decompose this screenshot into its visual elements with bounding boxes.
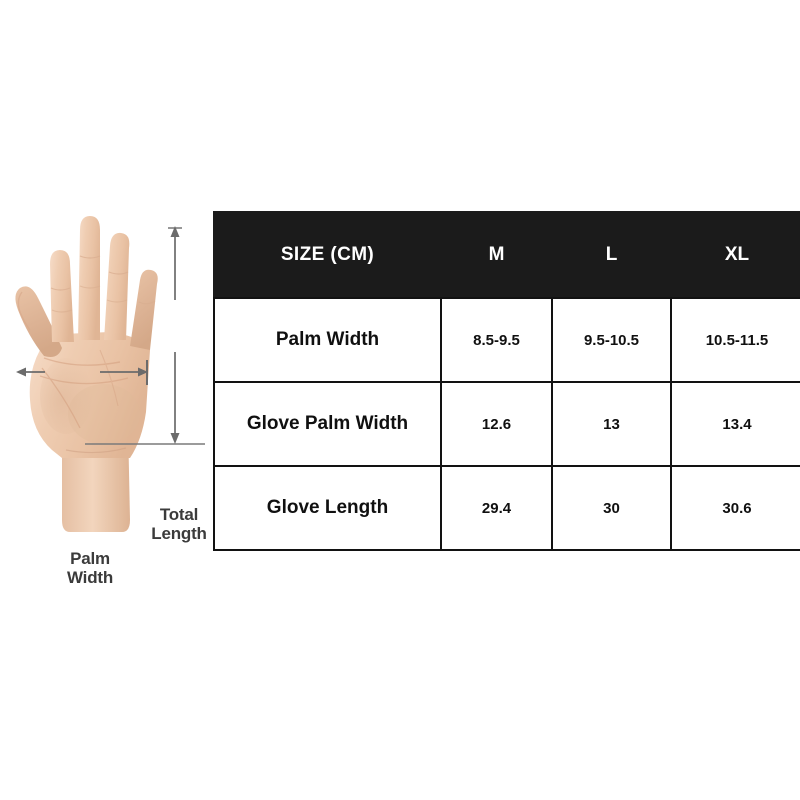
cell-glove-length-m: 29.4 <box>440 465 553 551</box>
row-label-glove-length: Glove Length <box>213 465 442 551</box>
header-row: SIZE (CM) M L XL <box>213 211 800 299</box>
cell-glove-palm-width-m: 12.6 <box>440 381 553 467</box>
table-header: SIZE (CM) M L XL <box>213 211 800 299</box>
row-label-glove-palm-width: Glove Palm Width <box>213 381 442 467</box>
middle-finger <box>78 216 101 340</box>
row-label-palm-width: Palm Width <box>213 297 442 383</box>
table-row: Glove Length 29.4 30 30.6 <box>213 465 800 551</box>
cell-palm-width-xl: 10.5-11.5 <box>670 297 800 383</box>
size-chart-canvas: Palm Width Total Length SIZE (CM) M L XL… <box>0 0 800 800</box>
size-chart-table: SIZE (CM) M L XL Palm Width 8.5-9.5 9.5-… <box>213 211 800 551</box>
cell-palm-width-l: 9.5-10.5 <box>551 297 672 383</box>
header-cell-size-label: SIZE (CM) <box>213 211 442 299</box>
cell-glove-palm-width-xl: 13.4 <box>670 381 800 467</box>
hand-illustration <box>15 216 205 532</box>
palm-width-label: Palm Width <box>66 549 114 588</box>
ring-finger <box>104 232 130 340</box>
pinky-finger <box>130 269 158 350</box>
cell-glove-length-xl: 30.6 <box>670 465 800 551</box>
table-body: Palm Width 8.5-9.5 9.5-10.5 10.5-11.5 Gl… <box>213 297 800 551</box>
table-row: Glove Palm Width 12.6 13 13.4 <box>213 381 800 467</box>
cell-glove-palm-width-l: 13 <box>551 381 672 467</box>
index-finger <box>50 250 74 342</box>
header-cell-size-l: L <box>551 211 672 299</box>
header-cell-size-m: M <box>440 211 553 299</box>
cell-palm-width-m: 8.5-9.5 <box>440 297 553 383</box>
hand-measurement-diagram: Palm Width Total Length <box>0 200 212 587</box>
table-row: Palm Width 8.5-9.5 9.5-10.5 10.5-11.5 <box>213 297 800 383</box>
total-length-arrow <box>168 226 182 444</box>
total-length-label: Total Length <box>151 505 207 544</box>
cell-glove-length-l: 30 <box>551 465 672 551</box>
header-cell-size-xl: XL <box>670 211 800 299</box>
